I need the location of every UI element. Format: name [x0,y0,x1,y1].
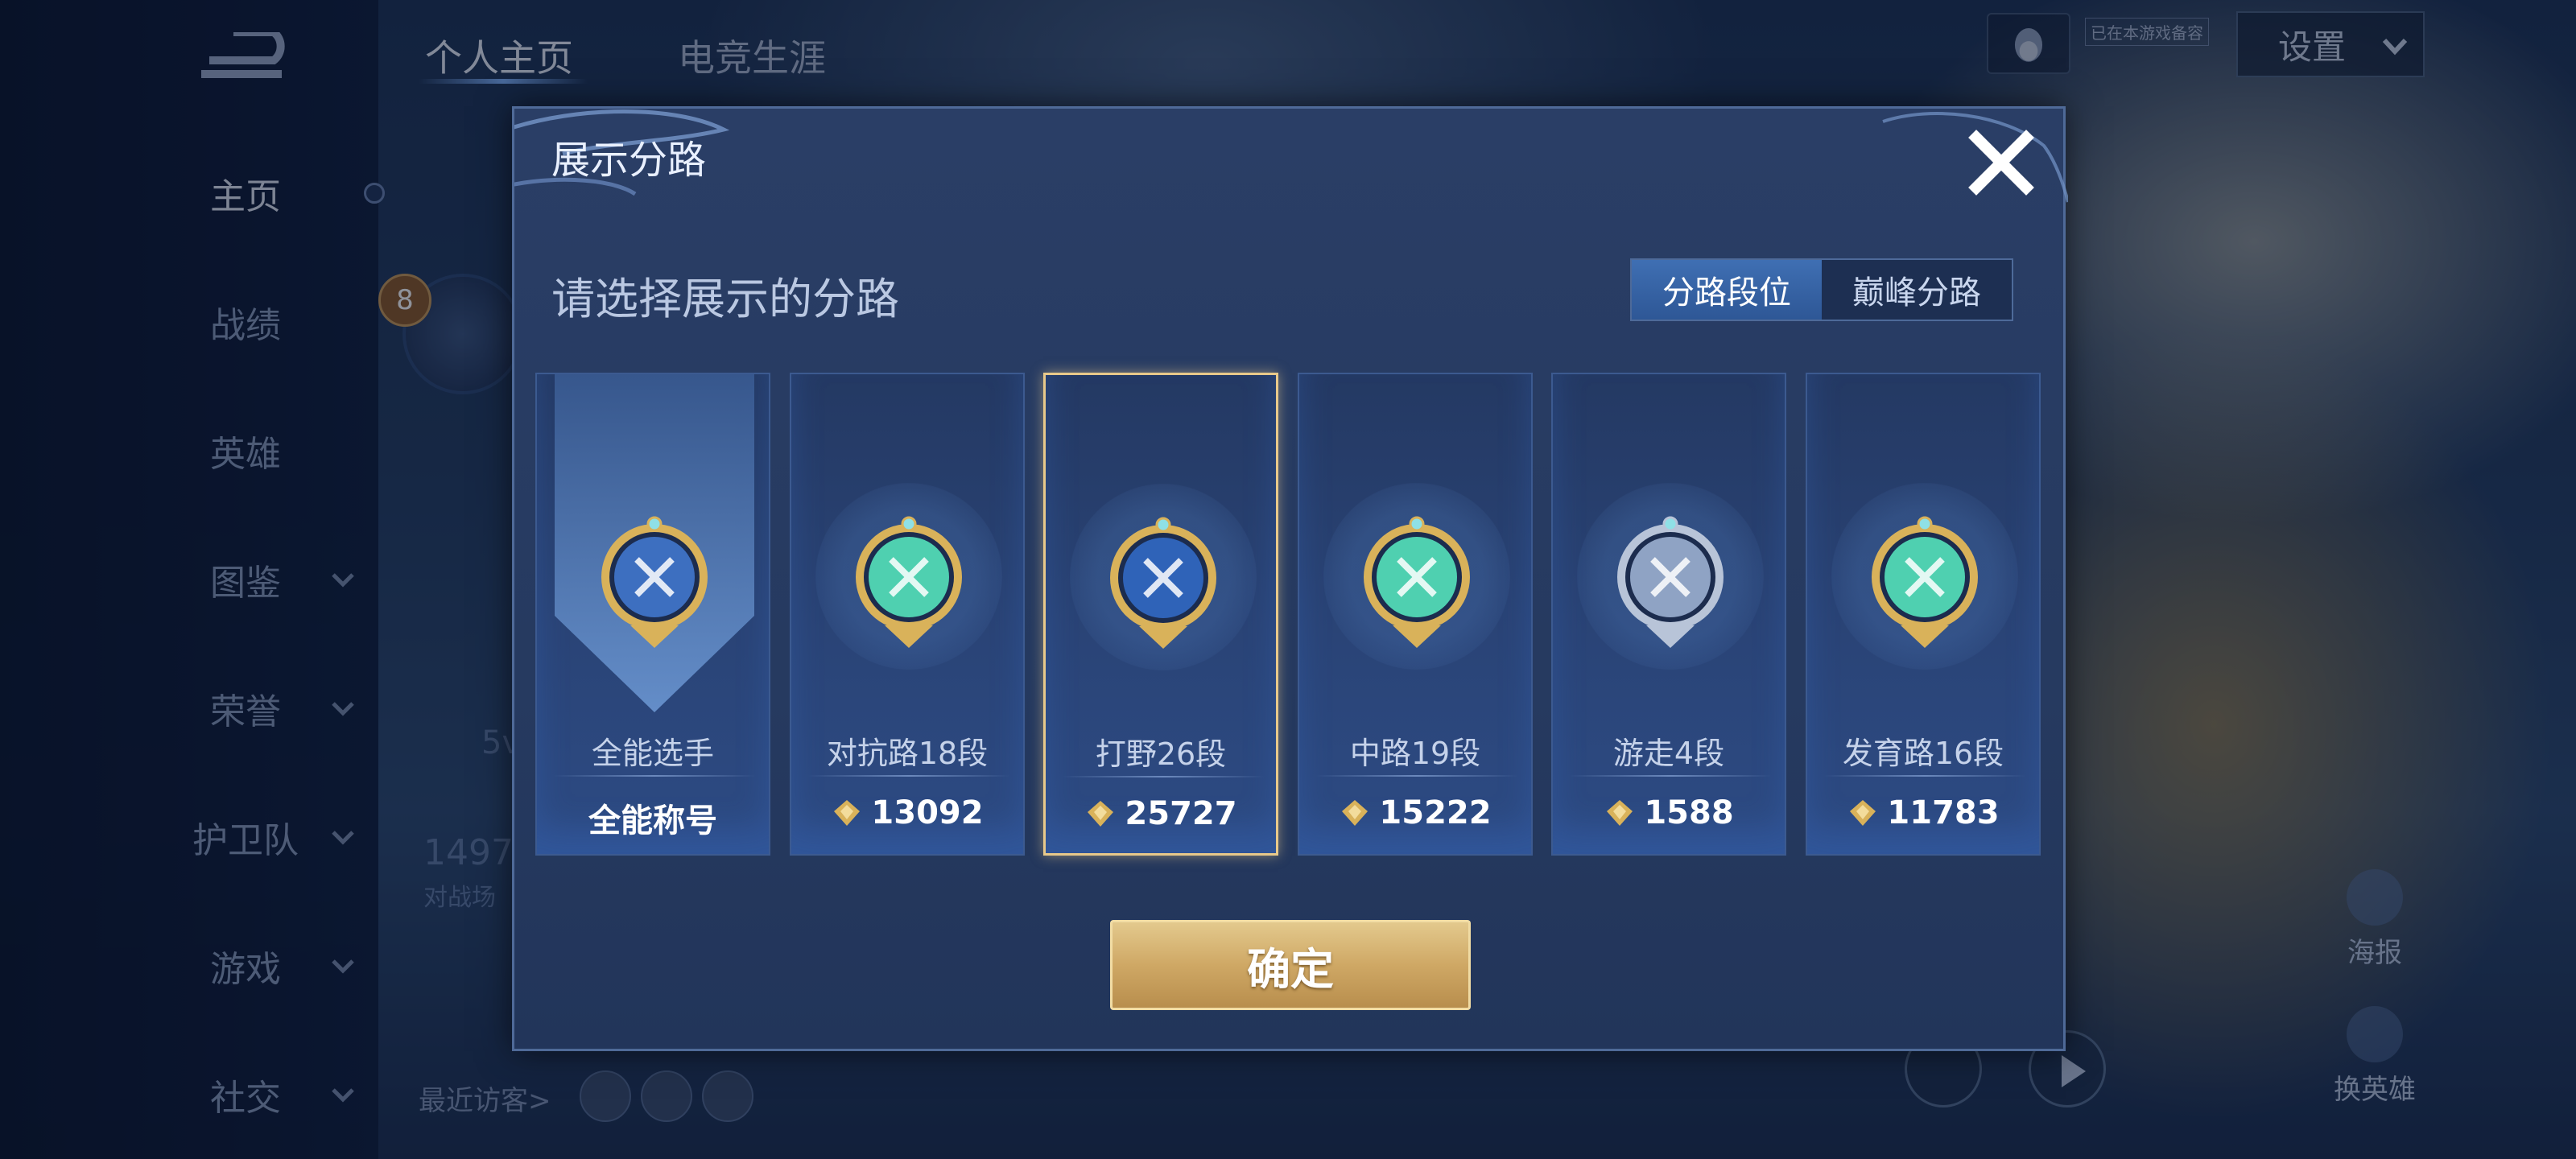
score-icon [1607,800,1633,826]
toggle-lane-rank[interactable]: 分路段位 [1632,260,1822,320]
lane-card-title: 打野26段 [1095,736,1227,772]
card-divider [1569,775,1772,777]
farm-lane-icon [1872,516,1978,648]
close-icon[interactable] [1963,125,2039,200]
modal-subtitle: 请选择展示的分路 [551,274,899,324]
lane-card-title: 游走4段 [1612,736,1725,771]
lane-card-score: 13092 [871,794,984,831]
toggle-peak-lane[interactable]: 巅峰分路 [1822,260,2012,320]
mid-lane-icon [1364,516,1470,648]
lane-card-score: 25727 [1125,795,1237,832]
card-divider [553,775,756,777]
score-icon [834,800,861,826]
lane-mode-toggle: 分路段位 巅峰分路 [1630,258,2013,321]
lane-card-title: 发育路16段 [1842,736,2004,771]
lane-card-value: 全能称号 [537,794,769,841]
jungle-lane-icon [1110,517,1216,649]
card-divider [1823,775,2026,777]
lane-card-score: 11783 [1887,794,2000,831]
score-icon [1342,800,1368,826]
lane-card-title: 中路19段 [1349,736,1481,771]
lane-card-value: 25727 [1046,795,1276,832]
lane-card-score: 1588 [1644,794,1734,831]
lane-card-value: 15222 [1299,794,1531,831]
lane-card-value: 11783 [1807,794,2039,831]
clash-lane-icon [856,516,962,648]
lane-card-score: 全能称号 [588,802,717,839]
roam-lane-icon [1617,516,1724,648]
lane-card-allround[interactable]: 全能选手 全能称号 [535,373,770,856]
card-divider [807,775,1010,777]
confirm-button[interactable]: 确定 [1110,920,1471,1010]
lane-card-value: 1588 [1553,794,1785,831]
card-divider [1315,775,1518,777]
lane-display-modal: 展示分路 请选择展示的分路 分路段位 巅峰分路 全能选手 全能称号 对抗路18段 13… [512,106,2068,1051]
lane-card-jungle[interactable]: 打野26段 25727 [1043,373,1278,856]
score-icon [1850,800,1876,826]
lane-card-title: 对抗路18段 [826,736,989,771]
lane-card-score: 15222 [1379,794,1492,831]
allround-lane-icon [601,516,708,648]
lane-card-title: 全能选手 [591,736,714,771]
lane-card-mid[interactable]: 中路19段 15222 [1298,373,1533,856]
lane-card-farm[interactable]: 发育路16段 11783 [1806,373,2041,856]
lane-card-value: 13092 [791,794,1023,831]
modal-title: 展示分路 [551,138,707,183]
card-divider [1062,776,1265,777]
lane-card-roam[interactable]: 游走4段 1588 [1551,373,1786,856]
lane-card-clash[interactable]: 对抗路18段 13092 [790,373,1025,856]
score-icon [1088,801,1114,827]
modal-decoration [514,109,2068,203]
